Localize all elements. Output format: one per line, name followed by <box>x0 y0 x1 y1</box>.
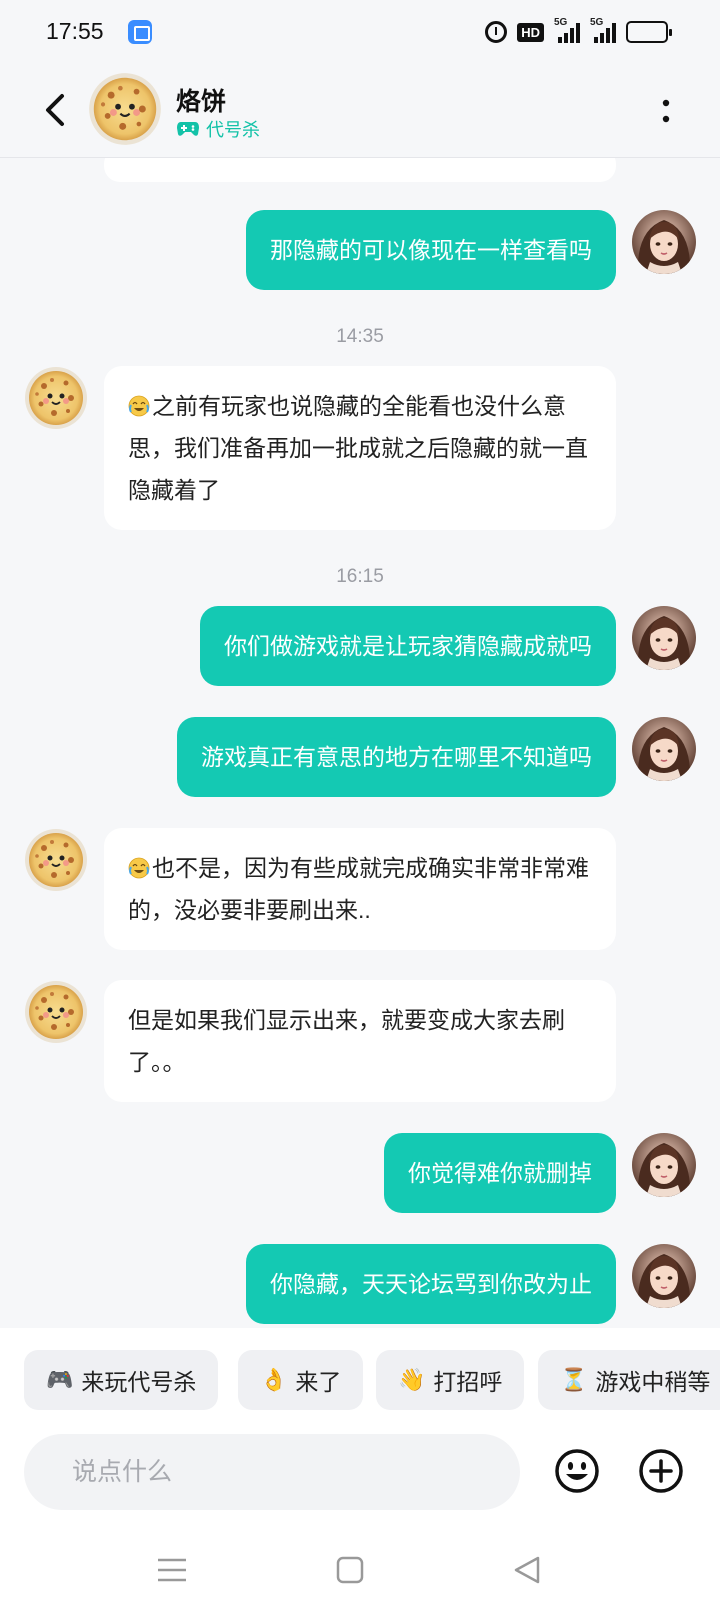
gamepad-emoji-icon: 🎮 <box>46 1367 74 1392</box>
back-arrow-icon[interactable] <box>36 90 76 130</box>
message-list[interactable]: 那隐藏的可以像现在一样查看吗 14:35 之前有玩家也说隐藏的全能看也没什么意思… <box>0 158 720 1328</box>
app-notification-icon <box>128 20 152 44</box>
crying-laugh-emoji-icon <box>128 857 150 879</box>
status-time: 17:55 <box>46 18 104 44</box>
quick-reply-chip[interactable]: 👋 打招呼 <box>376 1350 525 1410</box>
back-nav-icon[interactable] <box>508 1550 548 1590</box>
chip-label: 来了 <box>295 1369 342 1395</box>
user-avatar[interactable] <box>632 717 696 781</box>
game-tag[interactable]: 代号杀 <box>176 116 260 142</box>
network-type-2: 5G <box>590 17 604 28</box>
user-avatar[interactable] <box>632 606 696 670</box>
quick-reply-chip[interactable]: ⏳ 游戏中稍等 <box>538 1350 720 1410</box>
status-icons: HD 5G 5G <box>485 17 672 46</box>
message-text: 也不是，因为有些成就完成确实非常非常难的，没必要非要刷出来.. <box>128 855 589 923</box>
message-text: 你觉得难你就删掉 <box>408 1160 592 1186</box>
contact-avatar-small[interactable] <box>24 366 88 430</box>
message-input[interactable] <box>24 1434 520 1510</box>
quick-reply-chip[interactable]: 👌 来了 <box>238 1350 364 1410</box>
outgoing-message[interactable]: 你们做游戏就是让玩家猜隐藏成就吗 <box>200 606 616 686</box>
contact-avatar-small[interactable] <box>24 828 88 892</box>
contact-name: 烙饼 <box>176 88 227 116</box>
signal-icon-1: 5G <box>554 17 580 43</box>
message-text: 你们做游戏就是让玩家猜隐藏成就吗 <box>224 633 592 659</box>
emoji-icon[interactable] <box>554 1448 600 1494</box>
message-text: 你隐藏，天天论坛骂到你改为止 <box>270 1271 592 1297</box>
message-text: 游戏真正有意思的地方在哪里不知道吗 <box>201 744 592 770</box>
outgoing-message[interactable]: 那隐藏的可以像现在一样查看吗 <box>246 210 616 290</box>
input-bar <box>0 1428 720 1528</box>
user-avatar[interactable] <box>632 210 696 274</box>
contact-avatar-small[interactable] <box>24 980 88 1044</box>
user-avatar[interactable] <box>632 1133 696 1197</box>
system-nav-bar <box>0 1528 720 1612</box>
status-bar: 17:55 HD 5G 5G <box>0 0 720 64</box>
ok-hand-emoji-icon: 👌 <box>260 1367 288 1392</box>
quick-reply-chip[interactable]: 🎮 来玩代号杀 <box>24 1350 219 1410</box>
home-icon[interactable] <box>330 1550 370 1590</box>
contact-avatar[interactable] <box>88 72 162 146</box>
gamepad-icon <box>177 122 199 136</box>
incoming-message[interactable]: 但是如果我们显示出来，就要变成大家去刷了。。 <box>104 980 616 1102</box>
timestamp: 16:15 <box>336 566 384 587</box>
incoming-message[interactable]: 之前有玩家也说隐藏的全能看也没什么意思，我们准备再加一批成就之后隐藏的就一直隐藏… <box>104 366 616 530</box>
network-type-1: 5G <box>554 17 568 28</box>
menu-icon[interactable] <box>152 1550 192 1590</box>
user-avatar[interactable] <box>632 1244 696 1308</box>
battery-icon <box>626 21 672 43</box>
message-text: 那隐藏的可以像现在一样查看吗 <box>270 237 592 263</box>
hourglass-emoji-icon: ⏳ <box>560 1367 588 1392</box>
outgoing-message[interactable]: 你觉得难你就删掉 <box>384 1133 616 1213</box>
quick-reply-bar[interactable]: 🎮 来玩代号杀 👌 来了 👋 打招呼 ⏳ 游戏中稍等 <box>0 1328 720 1428</box>
chip-label: 打招呼 <box>433 1369 503 1395</box>
chip-label: 来玩代号杀 <box>81 1369 197 1395</box>
game-label: 代号杀 <box>206 120 260 140</box>
crying-laugh-emoji-icon <box>128 395 150 417</box>
timestamp: 14:35 <box>336 326 384 347</box>
incoming-message[interactable]: 也不是，因为有些成就完成确实非常非常难的，没必要非要刷出来.. <box>104 828 616 950</box>
alarm-icon <box>485 21 508 43</box>
signal-icon-2: 5G <box>590 17 616 43</box>
add-icon[interactable] <box>638 1448 684 1494</box>
chip-label: 游戏中稍等 <box>595 1369 711 1395</box>
outgoing-message[interactable]: 游戏真正有意思的地方在哪里不知道吗 <box>177 717 616 797</box>
more-vertical-icon[interactable] <box>660 96 672 126</box>
hd-badge: HD <box>517 22 544 42</box>
message-text: 之前有玩家也说隐藏的全能看也没什么意思，我们准备再加一批成就之后隐藏的就一直隐藏… <box>128 393 588 503</box>
waving-hand-emoji-icon: 👋 <box>398 1367 426 1392</box>
message-text: 但是如果我们显示出来，就要变成大家去刷了。。 <box>128 1007 565 1075</box>
chat-header: 烙饼 代号杀 <box>0 64 720 158</box>
outgoing-message[interactable]: 你隐藏，天天论坛骂到你改为止 <box>246 1244 616 1324</box>
previous-message-bubble <box>104 158 616 182</box>
